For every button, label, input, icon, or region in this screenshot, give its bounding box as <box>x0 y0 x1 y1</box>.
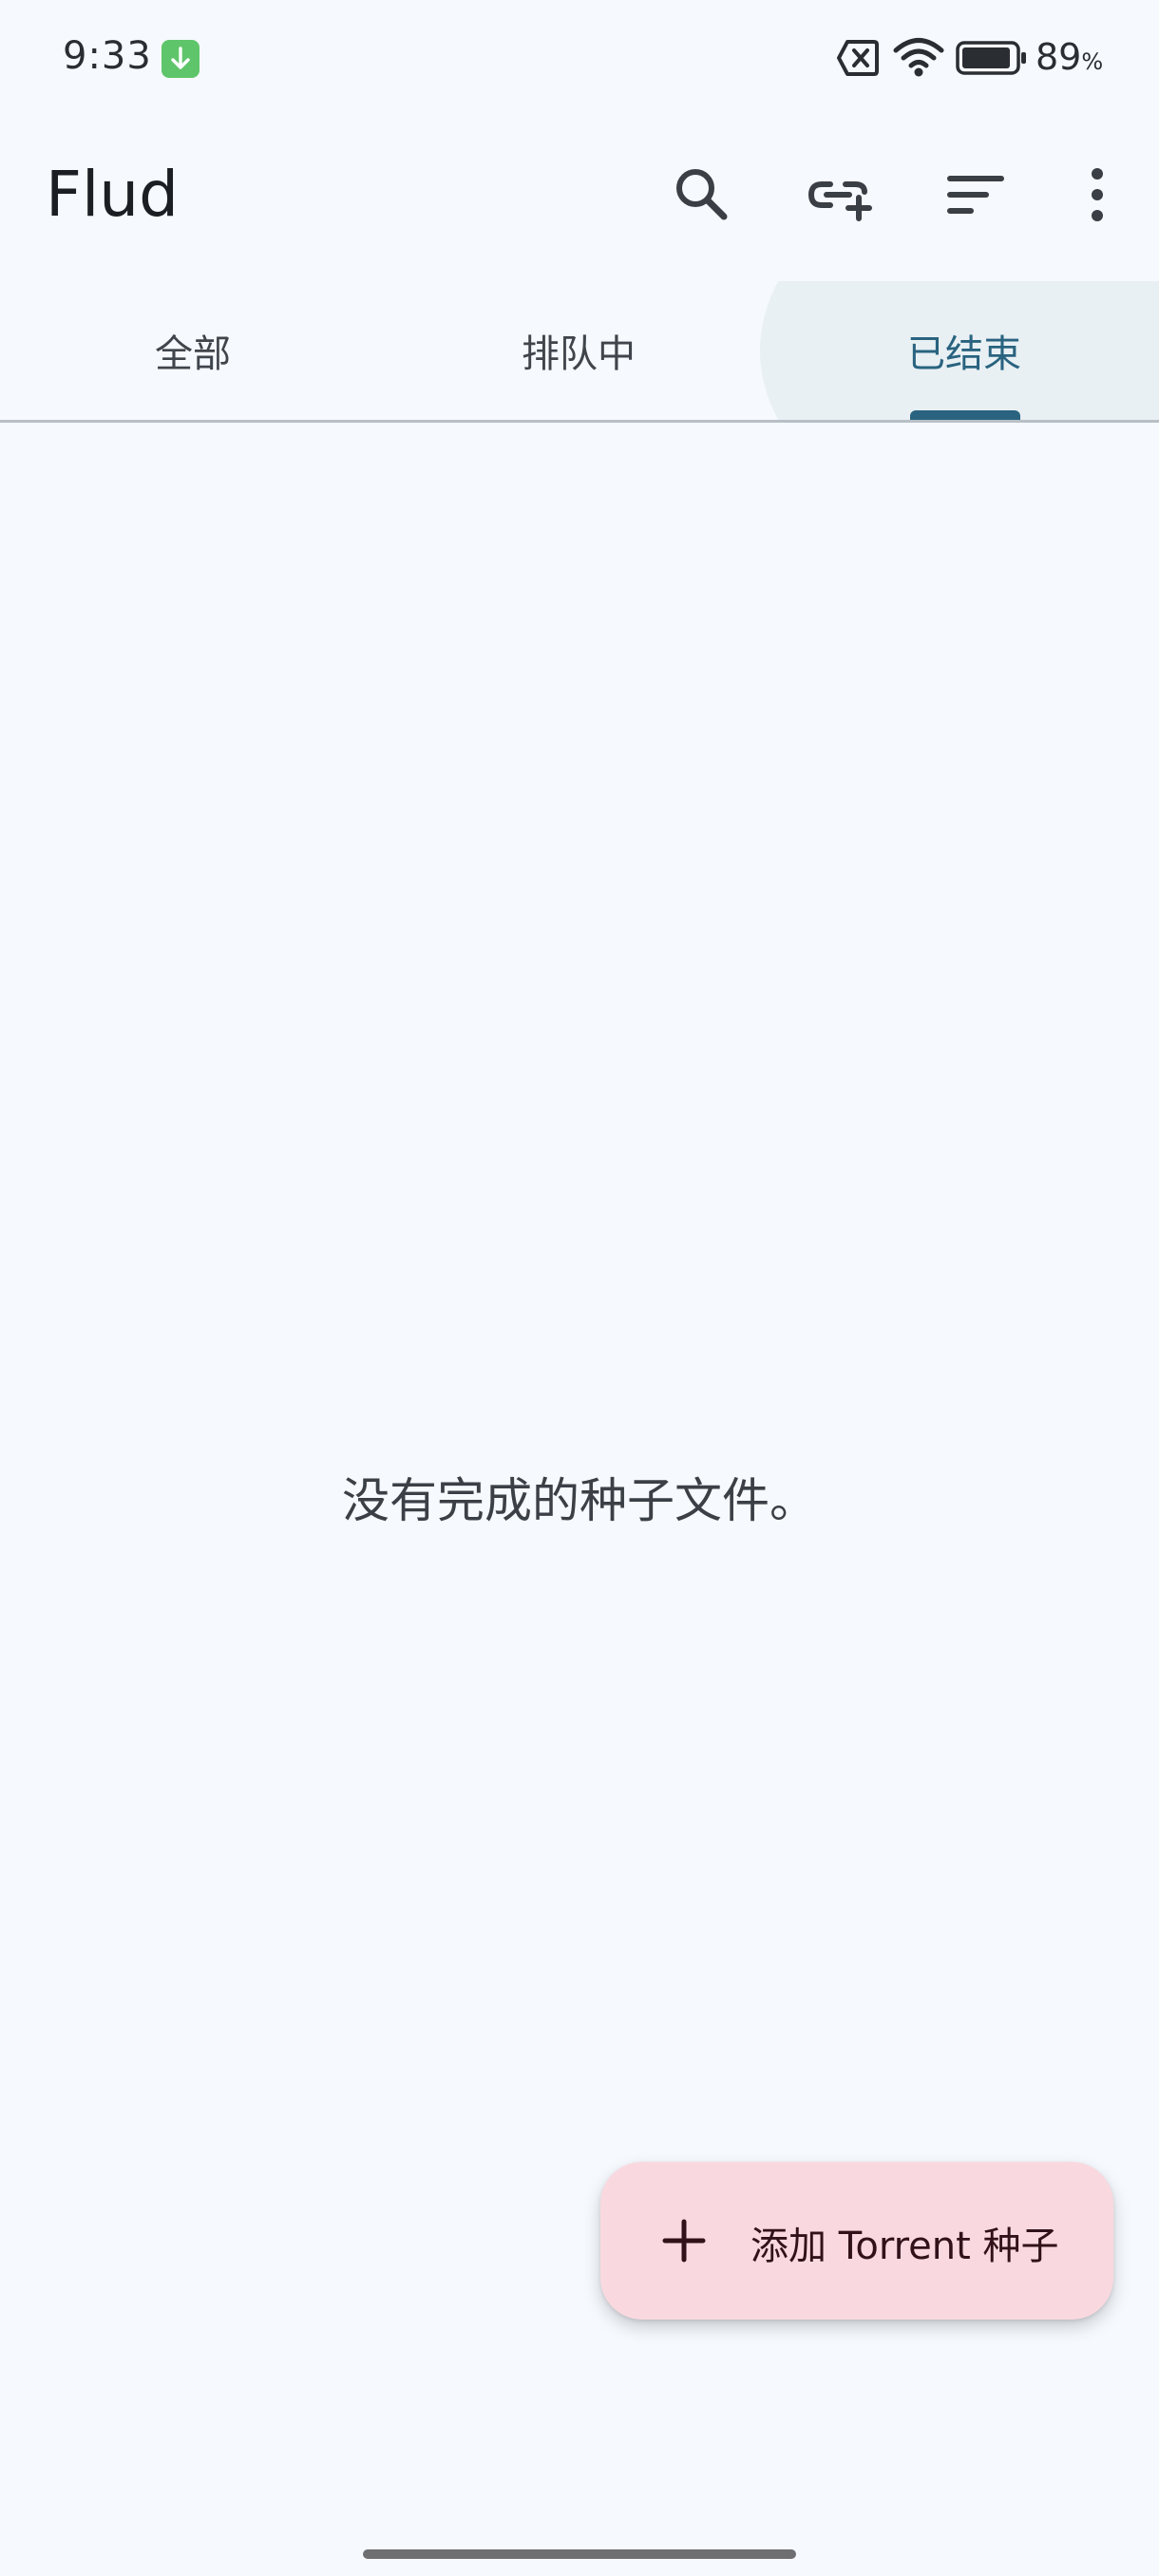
tab-bar: 全部 排队中 已结束 <box>0 281 1159 423</box>
add-torrent-fab[interactable]: 添加 Torrent 种子 <box>600 2162 1113 2320</box>
more-vert-icon <box>1092 168 1103 221</box>
tab-queued[interactable]: 排队中 <box>386 281 771 420</box>
status-time: 9:33 <box>63 34 152 78</box>
add-link-button[interactable] <box>796 152 882 237</box>
no-sim-icon <box>836 38 880 82</box>
wifi-icon <box>893 36 944 82</box>
tab-indicator <box>910 410 1020 420</box>
empty-state-message: 没有完成的种子文件。 <box>342 1473 817 1528</box>
sort-button[interactable] <box>933 152 1018 237</box>
download-arrow-icon <box>162 40 200 78</box>
search-icon <box>676 169 728 220</box>
sort-icon <box>947 176 1004 214</box>
screen: 9:33 89% Flud 全部 排队中 已结束 没有完成的种子文件。 添加 T… <box>0 0 1159 2576</box>
tab-finished[interactable]: 已结束 <box>771 281 1157 420</box>
add-link-icon <box>808 181 872 221</box>
battery-icon <box>956 40 1028 80</box>
more-options-button[interactable] <box>1054 152 1140 237</box>
search-button[interactable] <box>659 152 745 237</box>
battery-percent: 89% <box>1036 36 1104 78</box>
app-title: Flud <box>46 158 180 231</box>
navigation-gesture-bar[interactable] <box>363 2549 796 2559</box>
plus-icon <box>662 2219 706 2263</box>
battery-percent-sign: % <box>1081 48 1104 75</box>
tab-all[interactable]: 全部 <box>0 281 386 420</box>
app-bar: Flud <box>0 133 1159 256</box>
fab-label: 添加 Torrent 种子 <box>750 2225 1059 2268</box>
status-bar: 9:33 89% <box>0 0 1159 114</box>
